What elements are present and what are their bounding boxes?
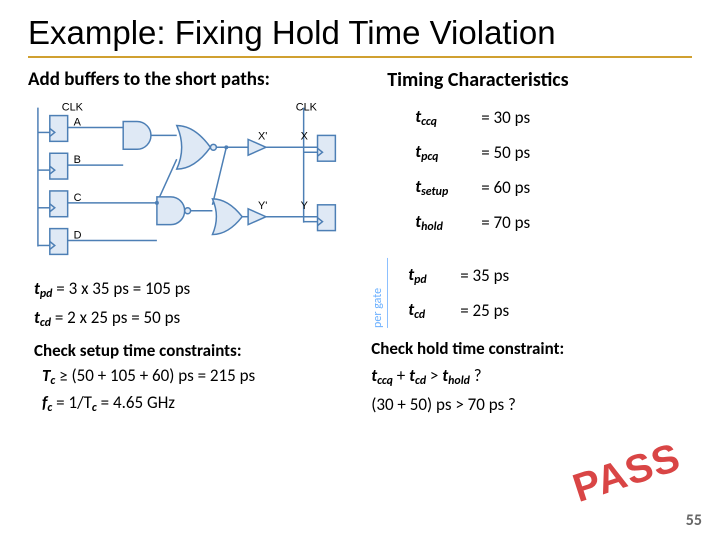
sig-y: Y bbox=[301, 200, 309, 212]
setup-check-2: fc = 1/Tc = 4.65 GHz bbox=[28, 392, 355, 415]
tcd-calc: tcd = 2 x 25 ps = 50 ps bbox=[28, 307, 355, 330]
table-row: thold= 70 ps bbox=[405, 205, 540, 240]
table-row: tsetup= 60 ps bbox=[405, 170, 540, 205]
hold-check-head: Check hold time constraint: bbox=[371, 338, 692, 359]
page-number: 55 bbox=[686, 511, 702, 530]
hold-check-2: (30 + 50) ps > 70 ps ? bbox=[371, 394, 692, 415]
hold-check-1: tccq + tcd > thold ? bbox=[371, 365, 692, 388]
body-columns: Add buffers to the short paths: .w{strok… bbox=[28, 68, 692, 421]
pass-stamp: PASS bbox=[568, 435, 686, 512]
sig-b: B bbox=[74, 154, 81, 166]
sig-c: C bbox=[74, 192, 82, 204]
per-gate-table: tpd= 35 ps tcd= 25 ps bbox=[398, 258, 519, 328]
sig-xp: X' bbox=[258, 130, 267, 142]
tpd-calc: tpd = 3 x 35 ps = 105 ps bbox=[28, 278, 355, 301]
sig-yp: Y' bbox=[258, 200, 267, 212]
slide-title: Example: Fixing Hold Time Violation bbox=[28, 14, 692, 52]
title-rule bbox=[28, 56, 692, 58]
per-gate-block: per gate tpd= 35 ps tcd= 25 ps bbox=[371, 258, 692, 328]
table-row: tpd= 35 ps bbox=[398, 258, 519, 293]
table-row: tccq= 30 ps bbox=[405, 100, 540, 135]
right-column: Timing Characteristics tccq= 30 ps tpcq=… bbox=[371, 68, 692, 421]
circuit-diagram: .w{stroke:#4d7fb5;stroke-width:1.5;fill:… bbox=[28, 99, 355, 267]
left-heading: Add buffers to the short paths: bbox=[28, 68, 355, 91]
timing-table: tccq= 30 ps tpcq= 50 ps tsetup= 60 ps th… bbox=[405, 100, 540, 240]
table-row: tcd= 25 ps bbox=[398, 293, 519, 328]
sig-d: D bbox=[74, 230, 82, 242]
right-heading: Timing Characteristics bbox=[387, 68, 692, 92]
setup-check-head: Check setup time constraints: bbox=[28, 340, 355, 361]
per-gate-label: per gate bbox=[371, 258, 388, 328]
sig-x: X bbox=[301, 130, 309, 142]
clk-label-left: CLK bbox=[62, 102, 84, 114]
sig-a: A bbox=[74, 116, 82, 128]
setup-check-1: Tc ≥ (50 + 105 + 60) ps = 215 ps bbox=[28, 365, 355, 388]
clk-label-right: CLK bbox=[296, 102, 318, 114]
left-column: Add buffers to the short paths: .w{strok… bbox=[28, 68, 355, 421]
table-row: tpcq= 50 ps bbox=[405, 135, 540, 170]
